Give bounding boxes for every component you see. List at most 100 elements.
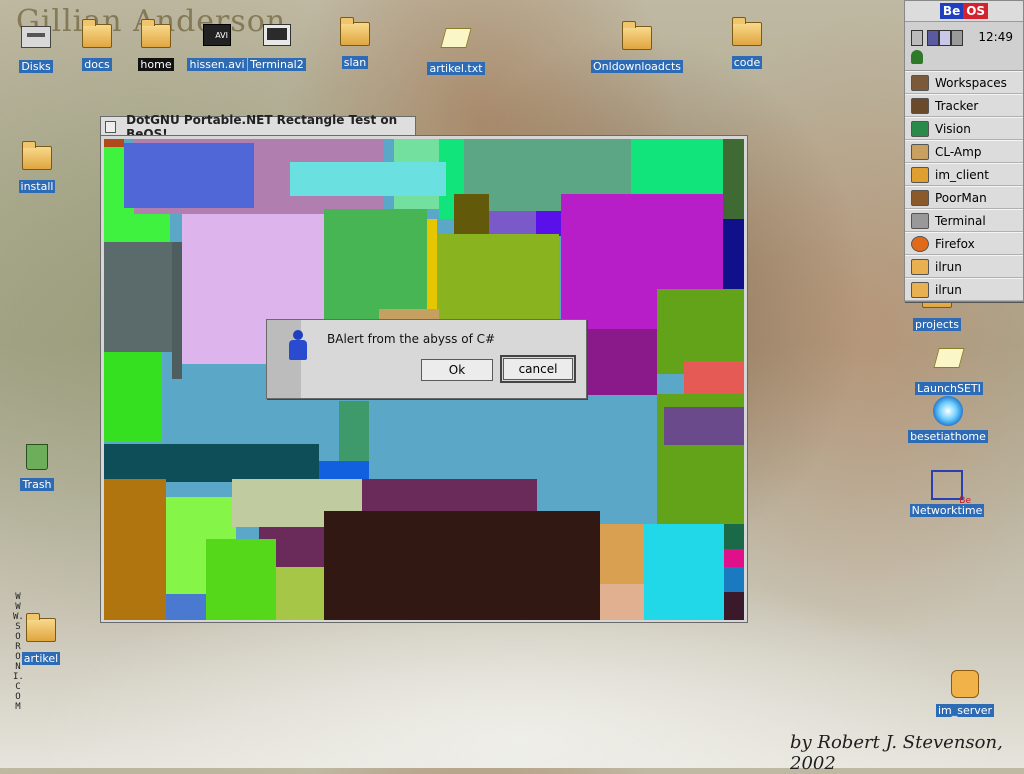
deskbar-item-label: PoorMan [935, 190, 987, 205]
terminal-icon [911, 212, 929, 229]
rect [724, 524, 744, 549]
be-logo-be: Be [939, 3, 964, 19]
alert-message: BAlert from the abyss of C# [327, 332, 496, 346]
cpu-monitor-icon[interactable] [927, 30, 939, 46]
deskbar-tray: 12:49 [905, 22, 1023, 71]
trash-icon [21, 444, 53, 476]
icon-label: home [138, 58, 174, 71]
desktop-icon-disks[interactable]: Disks [1, 18, 71, 73]
terminal-icon [261, 24, 293, 56]
deskbar-item-label: CL-Amp [935, 144, 982, 159]
rect [723, 139, 744, 219]
rect [206, 539, 276, 620]
rect [631, 139, 723, 194]
folder-icon [81, 19, 113, 56]
rect [124, 143, 254, 208]
icon-label: Networktime [909, 504, 985, 517]
icon-label: artikel.txt [427, 62, 485, 75]
seti-icon [932, 396, 964, 428]
im-server-icon [949, 670, 981, 702]
deskbar-item-poorman[interactable]: PoorMan [905, 186, 1023, 209]
cpu-monitor-icon[interactable] [939, 30, 951, 46]
rect [104, 444, 319, 482]
icon-label: Trash [20, 478, 54, 491]
rect [723, 219, 744, 289]
rect [172, 242, 182, 379]
desktop-icon-artikel[interactable]: artikel [6, 612, 76, 665]
network-icon [931, 470, 971, 506]
desktop-icon-slan[interactable]: slan [320, 16, 390, 69]
deskbar-item-ilrun[interactable]: ilrun [905, 278, 1023, 301]
rect [536, 211, 561, 236]
rect [104, 242, 172, 352]
icon-label: docs [82, 58, 112, 71]
ilrun-icon [911, 281, 929, 298]
deskbar-item-vision[interactable]: Vision [905, 117, 1023, 140]
user-icon[interactable] [911, 50, 923, 64]
icon-label: LaunchSETI [915, 382, 983, 395]
folder-icon [21, 141, 53, 178]
window-tab[interactable]: DotGNU Portable.NET Rectangle Test on Be… [100, 113, 416, 141]
window-close-button[interactable] [105, 120, 117, 133]
alert-dialog: BAlert from the abyss of C# Ok cancel [266, 319, 587, 399]
rect [319, 461, 369, 479]
icon-label: besetiathome [908, 430, 988, 443]
deskbar-item-tracker[interactable]: Tracker [905, 94, 1023, 117]
disk-icon[interactable] [911, 30, 923, 46]
rect [489, 211, 539, 236]
icon-label: im_server [935, 704, 995, 717]
video-file-icon: AVI [201, 24, 233, 56]
desktop-icon-networktime[interactable]: Networktime [904, 468, 990, 517]
rect [724, 549, 744, 567]
deskbar-item-label: Tracker [935, 98, 979, 113]
folder-icon [25, 613, 57, 650]
deskbar-item-im-client[interactable]: im_client [905, 163, 1023, 186]
deskbar-item-label: ilrun [935, 282, 962, 297]
deskbar-item-terminal[interactable]: Terminal [905, 209, 1023, 232]
im-client-icon [911, 166, 929, 183]
icon-label: Terminal2 [248, 58, 306, 71]
rect [724, 592, 744, 620]
desktop-icon-code[interactable]: code [712, 16, 782, 69]
icon-label: artikel [21, 652, 61, 665]
desktop-icon-onldownloadcts[interactable]: Onldownloadcts [590, 20, 684, 73]
cancel-button[interactable]: cancel [500, 355, 576, 383]
rect [427, 219, 437, 309]
desktop-icon-besetiathome[interactable]: besetiathome [903, 396, 993, 443]
ok-button[interactable]: Ok [421, 359, 493, 381]
rect [339, 401, 369, 461]
desktop-icon-terminal2[interactable]: Terminal2 [242, 18, 312, 71]
icon-label: slan [341, 56, 369, 69]
icon-label: Onldownloadcts [591, 60, 683, 73]
rect [362, 479, 537, 511]
be-menu-button[interactable]: Be OS [905, 1, 1023, 22]
deskbar-item-firefox[interactable]: Firefox [905, 232, 1023, 255]
icon-label: hissen.avi [187, 58, 247, 71]
deskbar: Be OS 12:49 Workspaces Tracker Vision CL-… [904, 0, 1024, 302]
firefox-icon [911, 235, 929, 252]
desktop-icon-install[interactable]: install [2, 140, 72, 193]
volume-icon[interactable] [951, 30, 963, 46]
desktop-icon-trash[interactable]: Trash [2, 440, 72, 491]
desktop-icon-im-server[interactable]: im_server [930, 668, 1000, 717]
clock[interactable]: 12:49 [978, 30, 1013, 44]
deskbar-item-label: Vision [935, 121, 971, 136]
icon-label: projects [913, 318, 961, 331]
deskbar-item-ilrun[interactable]: ilrun [905, 255, 1023, 278]
desktop-icon-launchseti[interactable]: LaunchSETI [914, 340, 984, 395]
deskbar-item-label: Workspaces [935, 75, 1007, 90]
cl-amp-icon [911, 143, 929, 160]
rect [684, 361, 744, 396]
rect [664, 407, 744, 445]
rect [104, 352, 162, 442]
rect [324, 511, 600, 620]
rect [166, 594, 206, 620]
be-logo-os: OS [963, 3, 989, 19]
rect [104, 479, 166, 620]
icon-label: code [731, 56, 763, 69]
deskbar-item-workspaces[interactable]: Workspaces [905, 71, 1023, 94]
desktop-icon-artikel-txt[interactable]: artikel.txt [421, 20, 491, 75]
desktop-icon-home[interactable]: home [121, 18, 191, 71]
deskbar-item-cl-amp[interactable]: CL-Amp [905, 140, 1023, 163]
folder-icon [621, 21, 653, 58]
